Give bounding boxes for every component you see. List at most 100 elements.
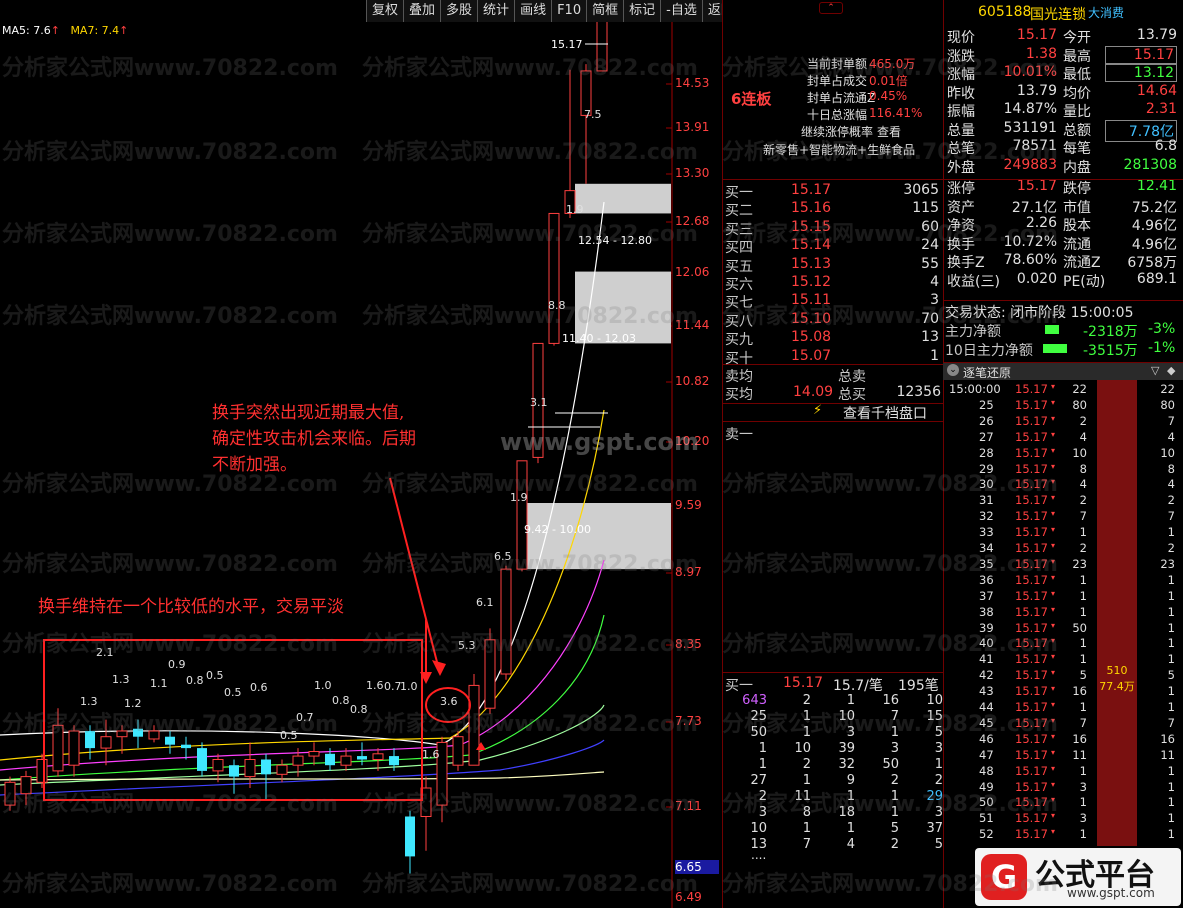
tick-arrow-icon: ▾ (1051, 397, 1056, 407)
turnover-label: 3.6 (440, 695, 458, 708)
candle-body (340, 755, 352, 766)
tick-time: 52 (979, 827, 994, 842)
bid-label: 买七 (725, 295, 753, 312)
tick-time: 35 (979, 556, 994, 571)
candle-body (548, 212, 560, 344)
quote-value: 78.60% (1003, 252, 1057, 268)
tick-price: 15.17 (1015, 382, 1048, 396)
annotation-surge: 换手突然出现近期最大值, 确定性攻击机会来临。后期 不断加强。 (212, 400, 502, 478)
bid-price[interactable]: 15.14 (791, 237, 831, 253)
turnover-label: 8.8 (548, 299, 566, 312)
buy-avg-value: 14.09 (793, 384, 834, 400)
tick-volume-2: 22 (1160, 382, 1175, 396)
info-line-label: 十日总涨幅 (807, 108, 868, 122)
quote-key: 最高 (1063, 48, 1091, 65)
tick-time: 32 (979, 509, 994, 524)
tick-row: 33 15.17 ▾ 1 1 (945, 525, 1179, 541)
queue-cell: 1 (758, 741, 767, 756)
tick-volume-2: 1 (1167, 795, 1175, 810)
bid-price[interactable]: 15.08 (791, 329, 831, 345)
main-flow10-bar (1043, 344, 1067, 353)
tick-collapse-icon[interactable]: ⌄ (947, 364, 959, 376)
quote-key: 总额 (1063, 122, 1091, 139)
gap-label: 9.42 - 10.00 (524, 523, 591, 536)
bid-price[interactable]: 15.07 (791, 348, 831, 364)
view-depth-label: 查看千档盘口 (843, 406, 927, 422)
order-book-panel: ⌃ 6连板 新零售+智能物流+生鲜食品 当前封单额 465.0万 封单占成交 0.01… (722, 0, 943, 908)
candle-body (389, 756, 399, 766)
turnover-label: 0.8 (350, 703, 368, 716)
total-buy-value: 12356 (896, 384, 941, 400)
toolbar-item-3[interactable]: 统计 (477, 0, 515, 22)
turnover-label: 0.8 (186, 674, 204, 687)
tick-volume-2: 1 (1167, 700, 1175, 714)
info-line-label: 封单占流通Z (807, 91, 876, 105)
queue-cell: 8 (802, 805, 811, 820)
quote-value: 14.87% (1003, 101, 1057, 117)
info-line-label: 当前封单额 (807, 57, 868, 71)
tick-volume: 5 (1079, 668, 1087, 683)
toolbar-item-1[interactable]: 叠加 (403, 0, 441, 22)
toolbar-item-6[interactable]: 简框 (586, 0, 624, 22)
tick-volume-2: 2 (1167, 493, 1175, 508)
turnover-label: 6.1 (476, 596, 494, 609)
quote-key: 每笔 (1063, 141, 1091, 157)
turnover-label: 0.6 (250, 681, 268, 694)
bid-price[interactable]: 15.10 (791, 311, 831, 327)
queue-cell: 1 (846, 693, 855, 708)
tick-row: 35 15.17 ▾ 23 23 (945, 557, 1179, 573)
toolbar-item-2[interactable]: 多股 (440, 0, 478, 22)
toolbar-item-0[interactable]: 复权 (366, 0, 404, 22)
bid-price[interactable]: 15.13 (791, 256, 831, 272)
platform-logo: G 公式平台 www.gspt.com (975, 848, 1181, 906)
bid-price[interactable]: 15.15 (791, 219, 831, 235)
queue-cell: 18 (838, 805, 855, 820)
tick-settings-icon[interactable]: ◆ (1167, 364, 1175, 377)
price-tick: 9.59 (675, 498, 702, 512)
tick-price: 15.17 (1015, 795, 1048, 810)
tick-price: 15.17 (1015, 541, 1048, 555)
queue-cell: 5 (890, 821, 899, 836)
tick-volume-2: 23 (1160, 556, 1175, 571)
tick-filter-icon[interactable]: ▽ (1151, 364, 1159, 377)
candle-body (52, 724, 64, 772)
tick-arrow-icon: ▾ (1051, 620, 1056, 630)
bid-price[interactable]: 15.11 (791, 292, 831, 308)
queue-cell: 1 (890, 789, 899, 804)
tick-arrow-icon: ▾ (1051, 509, 1056, 519)
bid-price[interactable]: 15.17 (791, 182, 831, 198)
turnover-label: 3.1 (530, 396, 548, 409)
kline-chart[interactable]: 复权 叠加 多股 统计 画线 F10 简框 标记 -自选 返回 MA5: 7.6↑ MA7: 7.… (0, 0, 739, 908)
toolbar-item-8[interactable]: -自选 (660, 0, 702, 22)
toolbar-item-7[interactable]: 标记 (623, 0, 661, 22)
toolbar-item-4[interactable]: 画线 (514, 0, 552, 22)
quote-row: 昨收 13.79 均价 14.64 (945, 83, 1179, 102)
bid-price[interactable]: 15.16 (791, 200, 831, 216)
candle-body (484, 639, 496, 709)
quote-row: 涨停 15.17 跌停 12.41 (945, 178, 1179, 197)
bid-label: 买九 (725, 332, 753, 349)
quote-row: 换手Z 78.60% 流通Z 6758万 (945, 252, 1179, 271)
queue-cell: 16 (882, 693, 899, 708)
view-depth-button[interactable]: ⚡ 查看千档盘口 (723, 402, 943, 422)
candle-body (4, 781, 16, 806)
tick-volume: 22 (1072, 382, 1087, 396)
quote-value: 13.79 (1136, 27, 1177, 43)
candle-body (100, 736, 112, 749)
tick-volume: 7 (1079, 715, 1087, 730)
candle-body (596, 22, 608, 72)
sector-tag[interactable]: 大消费 (1088, 4, 1124, 21)
tick-arrow-icon: ▾ (1051, 572, 1056, 582)
logo-url: www.gspt.com (1067, 886, 1155, 900)
quote-key: 均价 (1063, 85, 1091, 102)
turnover-label: 6.5 (494, 550, 512, 563)
candle-body (405, 816, 415, 857)
bid-volume: 70 (921, 310, 939, 327)
info-line-value[interactable]: 查看 (877, 123, 901, 140)
toolbar-item-5[interactable]: F10 (551, 0, 587, 22)
collapse-up-icon[interactable]: ⌃ (819, 2, 843, 14)
bid-price[interactable]: 15.12 (791, 274, 831, 290)
quote-row: 总量 531191 总额 7.78亿 (945, 119, 1179, 142)
tick-arrow-icon: ▾ (1051, 779, 1056, 789)
tick-time: 51 (979, 811, 994, 826)
